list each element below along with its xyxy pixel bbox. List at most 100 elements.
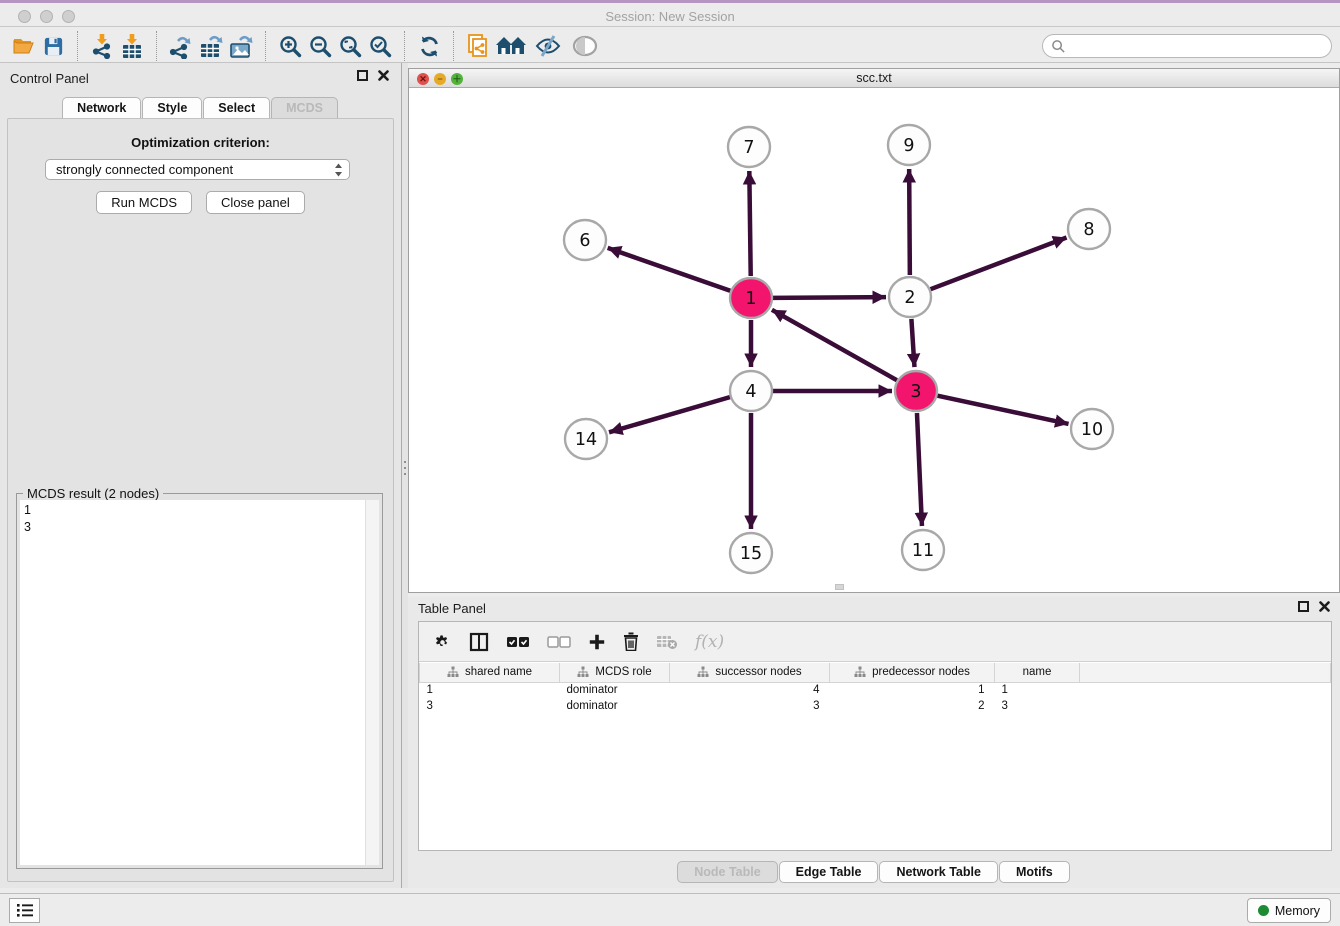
- mcds-result-text[interactable]: 1 3: [20, 500, 365, 865]
- cell-predecessor-nodes[interactable]: 2: [830, 698, 995, 714]
- select-all-columns-icon[interactable]: [506, 636, 530, 648]
- export-network-icon[interactable]: [166, 32, 196, 60]
- task-history-button[interactable]: [9, 898, 40, 923]
- close-panel-icon[interactable]: [378, 70, 389, 81]
- control-panel: Control Panel NetworkStyleSelectMCDS Opt…: [0, 63, 402, 888]
- network-graph[interactable]: 1 2 3 4 6 7 8 9 10 11 14 15: [409, 88, 1339, 593]
- graph-node-10[interactable]: 10: [1071, 409, 1113, 449]
- cell-shared-name[interactable]: 3: [420, 698, 560, 714]
- float-table-panel-icon[interactable]: [1298, 601, 1309, 612]
- search-input[interactable]: [1066, 39, 1323, 53]
- table-panel-title: Table Panel: [418, 601, 486, 616]
- tab-style[interactable]: Style: [142, 97, 202, 118]
- home-icon[interactable]: [493, 32, 531, 60]
- run-mcds-button[interactable]: Run MCDS: [96, 191, 192, 214]
- column-header-mcds-role[interactable]: MCDS role: [560, 663, 670, 682]
- show-graphics-details-icon[interactable]: [531, 32, 567, 60]
- cell-shared-name[interactable]: 1: [420, 682, 560, 698]
- show-hide-preview-icon[interactable]: [567, 32, 603, 60]
- memory-button[interactable]: Memory: [1247, 898, 1331, 923]
- table-settings-icon[interactable]: [433, 632, 452, 651]
- optimization-criterion-select[interactable]: strongly connected component: [45, 159, 350, 180]
- table-row[interactable]: 3dominator323: [420, 698, 1331, 714]
- export-image-icon[interactable]: [226, 32, 256, 60]
- edge-3-10[interactable]: [938, 396, 1069, 424]
- deselect-all-columns-icon[interactable]: [547, 636, 571, 648]
- refresh-icon[interactable]: [414, 32, 444, 60]
- cell-mcds-role[interactable]: dominator: [560, 682, 670, 698]
- search-icon: [1051, 39, 1066, 54]
- graph-node-15[interactable]: 15: [730, 533, 772, 573]
- graph-node-3[interactable]: 3: [895, 371, 937, 411]
- graph-node-6[interactable]: 6: [564, 220, 606, 260]
- cell-successor-nodes[interactable]: 4: [670, 682, 830, 698]
- delete-column-icon[interactable]: [623, 632, 639, 651]
- graph-node-11[interactable]: 11: [902, 530, 944, 570]
- svg-text:6: 6: [579, 231, 590, 251]
- graph-node-14[interactable]: 14: [565, 419, 607, 459]
- graph-node-8[interactable]: 8: [1068, 209, 1110, 249]
- tab-select[interactable]: Select: [203, 97, 270, 118]
- open-session-icon[interactable]: [8, 32, 38, 60]
- cell-name[interactable]: 1: [995, 682, 1080, 698]
- tab-motifs[interactable]: Motifs: [999, 861, 1070, 883]
- new-network-from-selection-icon[interactable]: [463, 32, 493, 60]
- column-header-successor-nodes[interactable]: successor nodes: [670, 663, 830, 682]
- save-session-icon[interactable]: [38, 32, 68, 60]
- edge-2-9[interactable]: [909, 169, 910, 275]
- zoom-selected-icon[interactable]: [365, 32, 395, 60]
- graph-node-7[interactable]: 7: [728, 127, 770, 167]
- export-table-icon[interactable]: [196, 32, 226, 60]
- tab-network-table[interactable]: Network Table: [879, 861, 998, 883]
- edge-3-1[interactable]: [772, 310, 897, 380]
- main-toolbar: [0, 30, 1340, 63]
- edge-2-3[interactable]: [911, 319, 914, 367]
- graph-node-2[interactable]: 2: [889, 277, 931, 317]
- cell-predecessor-nodes[interactable]: 1: [830, 682, 995, 698]
- node-table-area: f(x) shared nameMCDS rolesuccessor nodes…: [418, 621, 1332, 851]
- cell-mcds-role[interactable]: dominator: [560, 698, 670, 714]
- control-panel-title: Control Panel: [10, 71, 89, 86]
- table-toolbar: f(x): [419, 622, 1331, 662]
- import-network-icon[interactable]: [87, 32, 117, 60]
- svg-text:2: 2: [904, 288, 915, 308]
- svg-text:11: 11: [912, 541, 934, 561]
- column-header-shared-name[interactable]: shared name: [420, 663, 560, 682]
- edge-1-6[interactable]: [608, 248, 731, 291]
- table-row[interactable]: 1dominator411: [420, 682, 1331, 698]
- svg-text:9: 9: [903, 136, 914, 156]
- close-table-panel-icon[interactable]: [1319, 601, 1330, 612]
- canvas-scroll-thumb[interactable]: [835, 584, 844, 590]
- zoom-in-icon[interactable]: [275, 32, 305, 60]
- close-panel-button[interactable]: Close panel: [206, 191, 305, 214]
- create-column-icon[interactable]: [588, 633, 606, 651]
- tab-edge-table[interactable]: Edge Table: [779, 861, 879, 883]
- graph-node-1[interactable]: 1: [730, 278, 772, 318]
- cell-name[interactable]: 3: [995, 698, 1080, 714]
- graph-node-9[interactable]: 9: [888, 125, 930, 165]
- column-header-predecessor-nodes[interactable]: predecessor nodes: [830, 663, 995, 682]
- edge-3-11[interactable]: [917, 413, 922, 526]
- edge-4-14[interactable]: [609, 397, 730, 432]
- float-panel-icon[interactable]: [357, 70, 368, 81]
- column-header-name[interactable]: name: [995, 663, 1080, 682]
- column-panel-icon[interactable]: [469, 632, 489, 652]
- mcds-result-scrollbar[interactable]: [365, 500, 379, 865]
- edge-1-7[interactable]: [749, 171, 750, 276]
- tab-mcds[interactable]: MCDS: [271, 97, 338, 118]
- toolbar-separator: [404, 31, 405, 61]
- zoom-fit-icon[interactable]: [335, 32, 365, 60]
- optimization-criterion-value: strongly connected component: [56, 162, 233, 177]
- toolbar-separator: [156, 31, 157, 61]
- network-window-titlebar[interactable]: ✕ − ＋ scc.txt: [409, 69, 1339, 88]
- tab-network[interactable]: Network: [62, 97, 141, 118]
- graph-node-4[interactable]: 4: [730, 371, 772, 411]
- edge-1-2[interactable]: [773, 297, 886, 298]
- import-table-icon[interactable]: [117, 32, 147, 60]
- cell-successor-nodes[interactable]: 3: [670, 698, 830, 714]
- network-canvas[interactable]: 1 2 3 4 6 7 8 9 10 11 14 15: [409, 88, 1339, 592]
- search-box[interactable]: [1042, 34, 1332, 58]
- zoom-out-icon[interactable]: [305, 32, 335, 60]
- edge-2-8[interactable]: [931, 238, 1067, 290]
- tab-node-table[interactable]: Node Table: [677, 861, 777, 883]
